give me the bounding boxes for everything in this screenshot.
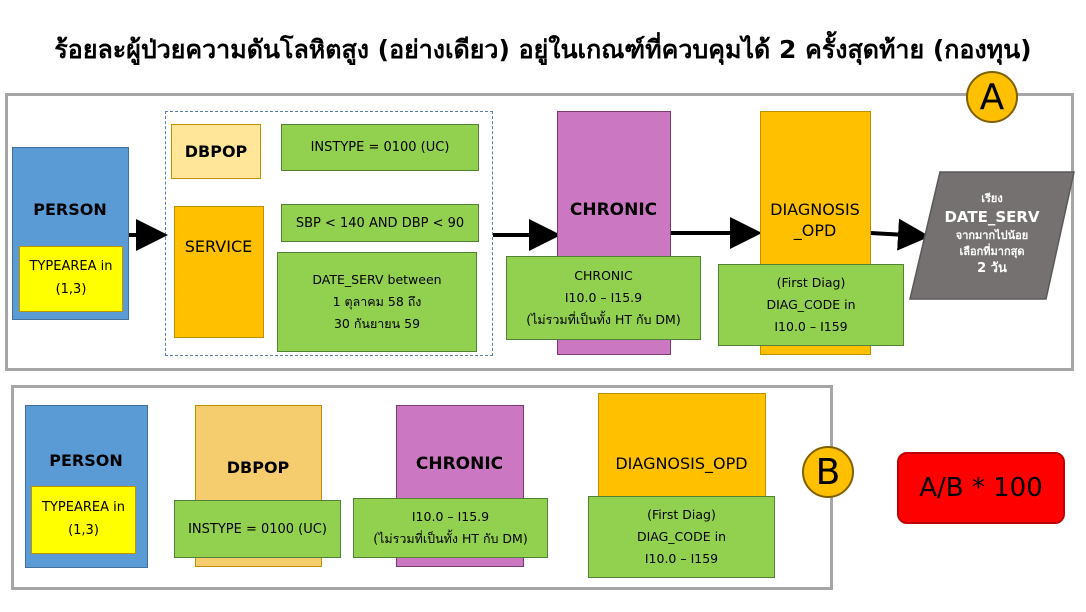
bp-condition-a: SBP < 140 AND DBP < 90 [281, 204, 479, 242]
chronic-condition-b: I10.0 – I15.9 (ไม่รวมที่เป็นทั้ง HT กับ … [353, 498, 548, 558]
diag-cond3-a: I10.0 – I159 [774, 318, 848, 334]
diagnosis-label-b: DIAGNOSIS_OPD [615, 454, 748, 473]
typearea-condition-a: TYPEAREA in (1,3) [19, 246, 123, 312]
person-label-a: PERSON [33, 200, 107, 219]
chronic-label-b: CHRONIC [415, 454, 504, 474]
sort-line2: DATE_SERV [944, 207, 1040, 226]
date-line1-a: DATE_SERV between [312, 272, 442, 288]
sort-step-text: เรียง DATE_SERV จากมากไปน้อย เลือกที่มาก… [922, 174, 1062, 296]
sort-line5: 2 วัน [977, 261, 1007, 277]
chronic-cond3-a: (ไม่รวมที่เป็นทั้ง HT กับ DM) [526, 311, 681, 327]
sort-line1: เรียง [981, 191, 1003, 205]
diag-cond1-b: (First Diag) [647, 507, 716, 523]
chronic-cond1-b: I10.0 – I15.9 [411, 509, 490, 525]
diag-cond2-a: DIAG_CODE in [766, 297, 856, 313]
chronic-label-a: CHRONIC [569, 200, 658, 220]
diagnosis-label-line2-a: _OPD [793, 220, 837, 240]
instype-condition-a: INSTYPE = 0100 (UC) [281, 124, 479, 171]
service-table-a: SERVICE [174, 206, 264, 338]
dbpop-label-b: DBPOP [226, 458, 290, 477]
typearea-line2-a: (1,3) [55, 282, 87, 297]
typearea-line1-b: TYPEAREA in [42, 500, 125, 516]
sort-line3: จากมากไปน้อย [955, 229, 1029, 243]
dbpop-table-a: DBPOP [171, 124, 261, 179]
chronic-condition-a: CHRONIC I10.0 – I15.9 (ไม่รวมที่เป็นทั้ง… [506, 256, 701, 340]
diagnosis-label-a: DIAGNOSIS _OPD [761, 200, 869, 242]
person-label-b: PERSON [49, 451, 123, 470]
diagnosis-condition-a: (First Diag) DIAG_CODE in I10.0 – I159 [718, 264, 904, 346]
arrow-diagnosis-to-sort-a [870, 218, 930, 251]
typearea-line1-a: TYPEAREA in [29, 259, 113, 275]
chronic-cond1-a: CHRONIC [574, 268, 633, 284]
date-line3-a: 30 กันยายน 59 [333, 315, 421, 331]
diagnosis-label-line1-a: DIAGNOSIS [770, 200, 860, 219]
section-a-badge: A [966, 71, 1018, 123]
diag-cond1-a: (First Diag) [776, 275, 846, 291]
section-b-badge: B [802, 446, 854, 498]
date-serv-condition-a: DATE_SERV between 1 ตุลาคม 58 ถึง 30 กัน… [277, 252, 477, 352]
service-label-a: SERVICE [184, 237, 253, 256]
chronic-cond2-a: I10.0 – I15.9 [564, 290, 643, 306]
date-line2-a: 1 ตุลาคม 58 ถึง [332, 294, 422, 310]
sort-line4: เลือกที่มากสุด [959, 245, 1025, 259]
diagnosis-condition-b: (First Diag) DIAG_CODE in I10.0 – I159 [588, 496, 775, 578]
formula-result: A/B * 100 [897, 452, 1065, 524]
typearea-line2-b: (1,3) [68, 523, 99, 538]
instype-condition-b: INSTYPE = 0100 (UC) [174, 500, 341, 558]
diag-cond2-b: DIAG_CODE in [636, 529, 727, 545]
typearea-condition-b: TYPEAREA in (1,3) [31, 486, 136, 554]
chronic-cond2-b: (ไม่รวมที่เป็นทั้ง HT กับ DM) [373, 531, 528, 546]
diag-cond3-b: I10.0 – I159 [644, 550, 719, 566]
